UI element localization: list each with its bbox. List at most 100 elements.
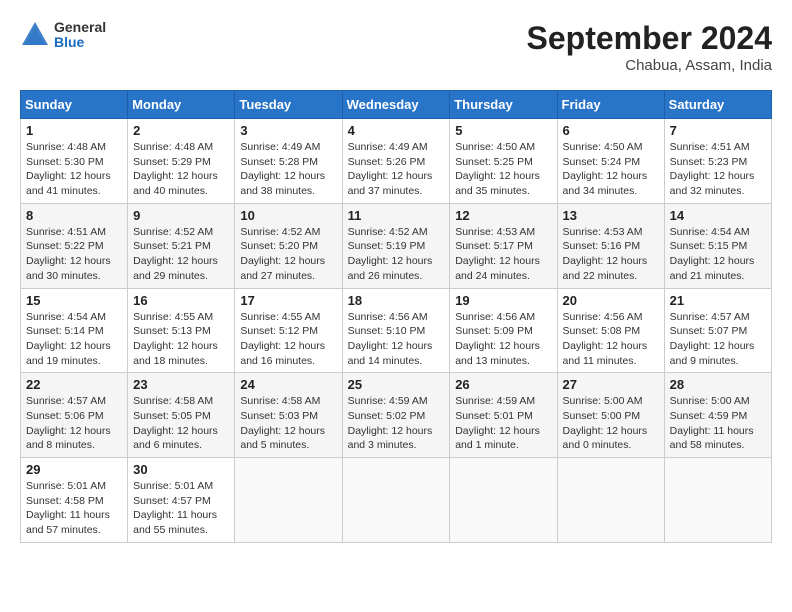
daylight-label: Daylight: 12 hours and 26 minutes.	[348, 255, 433, 282]
day-info: Sunrise: 4:51 AM Sunset: 5:23 PM Dayligh…	[670, 140, 766, 199]
day-info: Sunrise: 4:57 AM Sunset: 5:06 PM Dayligh…	[26, 394, 122, 453]
daylight-label: Daylight: 12 hours and 40 minutes.	[133, 170, 218, 197]
daylight-label: Daylight: 12 hours and 27 minutes.	[240, 255, 325, 282]
sunrise-label: Sunrise: 4:56 AM	[455, 311, 535, 323]
table-row: 2 Sunrise: 4:48 AM Sunset: 5:29 PM Dayli…	[128, 119, 235, 204]
daylight-label: Daylight: 11 hours and 55 minutes.	[133, 509, 217, 536]
daylight-label: Daylight: 11 hours and 57 minutes.	[26, 509, 110, 536]
sunrise-label: Sunrise: 4:49 AM	[240, 141, 320, 153]
day-info: Sunrise: 4:52 AM Sunset: 5:21 PM Dayligh…	[133, 225, 229, 284]
day-number: 11	[348, 208, 445, 223]
calendar-row: 22 Sunrise: 4:57 AM Sunset: 5:06 PM Dayl…	[21, 373, 772, 458]
day-number: 25	[348, 377, 445, 392]
day-info: Sunrise: 4:50 AM Sunset: 5:24 PM Dayligh…	[563, 140, 659, 199]
day-info: Sunrise: 4:56 AM Sunset: 5:08 PM Dayligh…	[563, 310, 659, 369]
day-info: Sunrise: 4:54 AM Sunset: 5:14 PM Dayligh…	[26, 310, 122, 369]
sunrise-label: Sunrise: 4:57 AM	[670, 311, 750, 323]
daylight-label: Daylight: 12 hours and 41 minutes.	[26, 170, 111, 197]
calendar-row: 15 Sunrise: 4:54 AM Sunset: 5:14 PM Dayl…	[21, 288, 772, 373]
day-number: 26	[455, 377, 551, 392]
daylight-label: Daylight: 12 hours and 29 minutes.	[133, 255, 218, 282]
day-info: Sunrise: 5:00 AM Sunset: 5:00 PM Dayligh…	[563, 394, 659, 453]
sunset-label: Sunset: 5:15 PM	[670, 240, 748, 252]
day-info: Sunrise: 5:01 AM Sunset: 4:58 PM Dayligh…	[26, 479, 122, 538]
table-row: 21 Sunrise: 4:57 AM Sunset: 5:07 PM Dayl…	[664, 288, 771, 373]
sunset-label: Sunset: 5:17 PM	[455, 240, 533, 252]
sunrise-label: Sunrise: 4:50 AM	[455, 141, 535, 153]
logo-blue-text: Blue	[54, 35, 106, 50]
sunset-label: Sunset: 5:14 PM	[26, 325, 104, 337]
sunset-label: Sunset: 5:10 PM	[348, 325, 426, 337]
sunrise-label: Sunrise: 4:53 AM	[563, 226, 643, 238]
day-info: Sunrise: 4:48 AM Sunset: 5:29 PM Dayligh…	[133, 140, 229, 199]
sunset-label: Sunset: 5:12 PM	[240, 325, 318, 337]
sunset-label: Sunset: 5:05 PM	[133, 410, 211, 422]
day-info: Sunrise: 4:54 AM Sunset: 5:15 PM Dayligh…	[670, 225, 766, 284]
table-row: 27 Sunrise: 5:00 AM Sunset: 5:00 PM Dayl…	[557, 373, 664, 458]
sunrise-label: Sunrise: 4:54 AM	[670, 226, 750, 238]
location: Chabua, Assam, India	[527, 57, 772, 74]
day-info: Sunrise: 4:56 AM Sunset: 5:10 PM Dayligh…	[348, 310, 445, 369]
sunrise-label: Sunrise: 4:58 AM	[133, 395, 213, 407]
table-row: 15 Sunrise: 4:54 AM Sunset: 5:14 PM Dayl…	[21, 288, 128, 373]
day-number: 16	[133, 293, 229, 308]
daylight-label: Daylight: 12 hours and 0 minutes.	[563, 425, 648, 452]
daylight-label: Daylight: 12 hours and 34 minutes.	[563, 170, 648, 197]
day-info: Sunrise: 4:53 AM Sunset: 5:17 PM Dayligh…	[455, 225, 551, 284]
day-info: Sunrise: 4:55 AM Sunset: 5:13 PM Dayligh…	[133, 310, 229, 369]
calendar-table: Sunday Monday Tuesday Wednesday Thursday…	[20, 90, 772, 543]
table-row: 7 Sunrise: 4:51 AM Sunset: 5:23 PM Dayli…	[664, 119, 771, 204]
sunrise-label: Sunrise: 5:00 AM	[670, 395, 750, 407]
calendar-row: 29 Sunrise: 5:01 AM Sunset: 4:58 PM Dayl…	[21, 458, 772, 543]
sunrise-label: Sunrise: 4:52 AM	[240, 226, 320, 238]
day-info: Sunrise: 4:56 AM Sunset: 5:09 PM Dayligh…	[455, 310, 551, 369]
sunrise-label: Sunrise: 4:57 AM	[26, 395, 106, 407]
sunset-label: Sunset: 5:06 PM	[26, 410, 104, 422]
day-number: 4	[348, 123, 445, 138]
sunset-label: Sunset: 5:30 PM	[26, 156, 104, 168]
sunrise-label: Sunrise: 4:56 AM	[348, 311, 428, 323]
table-row: 26 Sunrise: 4:59 AM Sunset: 5:01 PM Dayl…	[450, 373, 557, 458]
table-row: 4 Sunrise: 4:49 AM Sunset: 5:26 PM Dayli…	[342, 119, 450, 204]
day-number: 23	[133, 377, 229, 392]
day-info: Sunrise: 4:58 AM Sunset: 5:05 PM Dayligh…	[133, 394, 229, 453]
table-row	[664, 458, 771, 543]
sunrise-label: Sunrise: 4:59 AM	[455, 395, 535, 407]
sunset-label: Sunset: 5:22 PM	[26, 240, 104, 252]
day-info: Sunrise: 4:50 AM Sunset: 5:25 PM Dayligh…	[455, 140, 551, 199]
table-row: 19 Sunrise: 4:56 AM Sunset: 5:09 PM Dayl…	[450, 288, 557, 373]
sunrise-label: Sunrise: 4:52 AM	[133, 226, 213, 238]
day-info: Sunrise: 4:48 AM Sunset: 5:30 PM Dayligh…	[26, 140, 122, 199]
sunset-label: Sunset: 5:01 PM	[455, 410, 533, 422]
table-row: 13 Sunrise: 4:53 AM Sunset: 5:16 PM Dayl…	[557, 203, 664, 288]
daylight-label: Daylight: 12 hours and 14 minutes.	[348, 340, 433, 367]
sunset-label: Sunset: 5:23 PM	[670, 156, 748, 168]
day-info: Sunrise: 4:57 AM Sunset: 5:07 PM Dayligh…	[670, 310, 766, 369]
table-row: 14 Sunrise: 4:54 AM Sunset: 5:15 PM Dayl…	[664, 203, 771, 288]
sunrise-label: Sunrise: 4:51 AM	[26, 226, 106, 238]
table-row: 10 Sunrise: 4:52 AM Sunset: 5:20 PM Dayl…	[235, 203, 342, 288]
sunset-label: Sunset: 5:13 PM	[133, 325, 211, 337]
daylight-label: Daylight: 12 hours and 30 minutes.	[26, 255, 111, 282]
daylight-label: Daylight: 12 hours and 24 minutes.	[455, 255, 540, 282]
day-info: Sunrise: 4:49 AM Sunset: 5:28 PM Dayligh…	[240, 140, 336, 199]
sunset-label: Sunset: 5:28 PM	[240, 156, 318, 168]
sunset-label: Sunset: 5:16 PM	[563, 240, 641, 252]
day-number: 20	[563, 293, 659, 308]
day-number: 9	[133, 208, 229, 223]
daylight-label: Daylight: 12 hours and 35 minutes.	[455, 170, 540, 197]
day-number: 17	[240, 293, 336, 308]
table-row: 9 Sunrise: 4:52 AM Sunset: 5:21 PM Dayli…	[128, 203, 235, 288]
table-row: 29 Sunrise: 5:01 AM Sunset: 4:58 PM Dayl…	[21, 458, 128, 543]
daylight-label: Daylight: 12 hours and 19 minutes.	[26, 340, 111, 367]
table-row: 11 Sunrise: 4:52 AM Sunset: 5:19 PM Dayl…	[342, 203, 450, 288]
sunset-label: Sunset: 5:25 PM	[455, 156, 533, 168]
table-row: 30 Sunrise: 5:01 AM Sunset: 4:57 PM Dayl…	[128, 458, 235, 543]
daylight-label: Daylight: 12 hours and 13 minutes.	[455, 340, 540, 367]
sunset-label: Sunset: 5:00 PM	[563, 410, 641, 422]
sunset-label: Sunset: 5:29 PM	[133, 156, 211, 168]
daylight-label: Daylight: 12 hours and 5 minutes.	[240, 425, 325, 452]
day-number: 22	[26, 377, 122, 392]
sunset-label: Sunset: 5:19 PM	[348, 240, 426, 252]
daylight-label: Daylight: 12 hours and 3 minutes.	[348, 425, 433, 452]
